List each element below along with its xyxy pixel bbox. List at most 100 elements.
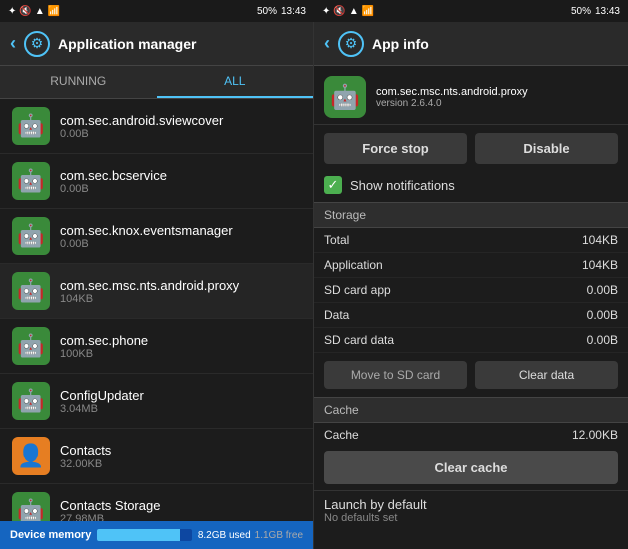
list-item[interactable]: 🤖 com.sec.bcservice 0.00B: [0, 154, 313, 209]
settings-icon-left: ⚙: [24, 31, 50, 57]
app-icon-configupdater: 🤖: [12, 382, 50, 420]
app-size: 27.98MB: [60, 513, 301, 522]
storage-app-label: Application: [324, 258, 383, 272]
signal-icon: 📶: [48, 6, 60, 17]
show-notifications-row: ✓ Show notifications: [314, 172, 628, 202]
list-item[interactable]: 🤖 com.sec.android.sviewcover 0.00B: [0, 99, 313, 154]
app-manager-tabs: RUNNING ALL: [0, 66, 313, 99]
storage-bottom-bar: Device memory 8.2GB used 1.1GB free: [0, 521, 313, 549]
time-right: 13:43: [595, 6, 620, 17]
tab-all[interactable]: ALL: [157, 66, 314, 98]
bluetooth-icon-r: ✦: [322, 6, 330, 17]
android-robot-icon: 🤖: [17, 388, 44, 414]
cache-section-label: Cache: [324, 403, 359, 417]
package-name: com.sec.msc.nts.android.proxy: [376, 86, 528, 98]
android-robot-icon: 🤖: [17, 498, 44, 521]
battery-right: 50%: [571, 6, 591, 17]
tab-running[interactable]: RUNNING: [0, 66, 157, 98]
android-robot-icon: 🤖: [17, 113, 44, 139]
app-info-contacts-storage: Contacts Storage 27.98MB: [60, 498, 301, 522]
app-size: 100KB: [60, 348, 301, 360]
cache-value: 12.00KB: [572, 428, 618, 442]
left-panel: ‹ ⚙ Application manager RUNNING ALL 🤖 co…: [0, 22, 314, 549]
storage-sd-data-row: SD card data 0.00B: [314, 328, 628, 353]
gear-icon: ⚙: [31, 35, 44, 52]
android-robot-icon: 🤖: [17, 168, 44, 194]
storage-sd-data-label: SD card data: [324, 333, 394, 347]
force-stop-button[interactable]: Force stop: [324, 133, 467, 164]
app-info-header: 🤖 com.sec.msc.nts.android.proxy version …: [314, 66, 628, 125]
app-name: com.sec.android.sviewcover: [60, 113, 301, 128]
cache-row: Cache 12.00KB: [314, 423, 628, 447]
list-item[interactable]: 🤖 Contacts Storage 27.98MB: [0, 484, 313, 521]
storage-app-row: Application 104KB: [314, 253, 628, 278]
storage-total-row: Total 104KB: [314, 228, 628, 253]
clear-data-button[interactable]: Clear data: [475, 361, 618, 389]
list-item[interactable]: 🤖 ConfigUpdater 3.04MB: [0, 374, 313, 429]
time-left: 13:43: [281, 6, 306, 17]
wifi-icon-r: ▲: [349, 6, 359, 17]
app-size: 0.00B: [60, 128, 301, 140]
left-panel-title: Application manager: [58, 36, 196, 52]
app-info-phone: com.sec.phone 100KB: [60, 333, 301, 360]
app-name: Contacts: [60, 443, 301, 458]
app-icon-knox: 🤖: [12, 217, 50, 255]
gear-icon-r: ⚙: [345, 35, 358, 52]
clear-cache-button[interactable]: Clear cache: [324, 451, 618, 484]
storage-free: 1.1GB free: [255, 530, 303, 541]
status-info-right: 50% 13:43: [571, 6, 620, 17]
launch-by-default-section: Launch by default No defaults set: [314, 490, 628, 530]
storage-data-value: 0.00B: [587, 308, 618, 322]
storage-progress-bar: [97, 529, 192, 541]
back-button-right[interactable]: ‹: [324, 33, 330, 54]
list-item[interactable]: 👤 Contacts 32.00KB: [0, 429, 313, 484]
cache-section-header: Cache: [314, 397, 628, 423]
mute-icon-r: 🔇: [333, 6, 345, 17]
app-info-configupdater: ConfigUpdater 3.04MB: [60, 388, 301, 415]
app-package-info: com.sec.msc.nts.android.proxy version 2.…: [376, 86, 528, 109]
storage-section-label: Storage: [324, 208, 366, 222]
storage-progress-fill: [97, 529, 180, 541]
app-icon-contacts: 👤: [12, 437, 50, 475]
checkbox-notifications[interactable]: ✓: [324, 176, 342, 194]
storage-data-label: Data: [324, 308, 349, 322]
status-bar-right: ✦ 🔇 ▲ 📶 50% 13:43: [314, 0, 628, 22]
signal-icon-r: 📶: [362, 6, 374, 17]
app-icon-phone: 🤖: [12, 327, 50, 365]
app-info-proxy: com.sec.msc.nts.android.proxy 104KB: [60, 278, 301, 305]
app-name: com.sec.bcservice: [60, 168, 301, 183]
storage-section-header: Storage: [314, 202, 628, 228]
android-robot-icon-r: 🤖: [330, 83, 360, 112]
show-notifications-label: Show notifications: [350, 178, 455, 193]
right-panel-header: ‹ ⚙ App info: [314, 22, 628, 66]
back-button-left[interactable]: ‹: [10, 33, 16, 54]
app-info-sviewcover: com.sec.android.sviewcover 0.00B: [60, 113, 301, 140]
right-panel: ‹ ⚙ App info 🤖 com.sec.msc.nts.android.p…: [314, 22, 628, 549]
person-icon: 👤: [17, 443, 44, 469]
list-item[interactable]: 🤖 com.sec.msc.nts.android.proxy 104KB: [0, 264, 313, 319]
list-item[interactable]: 🤖 com.sec.knox.eventsmanager 0.00B: [0, 209, 313, 264]
storage-app-value: 104KB: [582, 258, 618, 272]
battery-left: 50%: [257, 6, 277, 17]
app-info-contacts: Contacts 32.00KB: [60, 443, 301, 470]
storage-used: 8.2GB used: [198, 530, 251, 541]
cache-label: Cache: [324, 428, 359, 442]
status-icons-left: ✦ 🔇 ▲ 📶: [8, 6, 60, 17]
move-to-sd-button[interactable]: Move to SD card: [324, 361, 467, 389]
storage-sd-app-value: 0.00B: [587, 283, 618, 297]
disable-button[interactable]: Disable: [475, 133, 618, 164]
android-robot-icon: 🤖: [17, 278, 44, 304]
storage-action-buttons: Move to SD card Clear data: [314, 353, 628, 397]
settings-icon-right: ⚙: [338, 31, 364, 57]
storage-data-row: Data 0.00B: [314, 303, 628, 328]
app-size: 3.04MB: [60, 403, 301, 415]
no-defaults-set-text: No defaults set: [324, 512, 618, 524]
app-size: 32.00KB: [60, 458, 301, 470]
app-info-bcservice: com.sec.bcservice 0.00B: [60, 168, 301, 195]
list-item[interactable]: 🤖 com.sec.phone 100KB: [0, 319, 313, 374]
app-name: ConfigUpdater: [60, 388, 301, 403]
left-panel-header: ‹ ⚙ Application manager: [0, 22, 313, 66]
launch-by-default-title: Launch by default: [324, 497, 618, 512]
app-name: com.sec.phone: [60, 333, 301, 348]
app-icon-bcservice: 🤖: [12, 162, 50, 200]
